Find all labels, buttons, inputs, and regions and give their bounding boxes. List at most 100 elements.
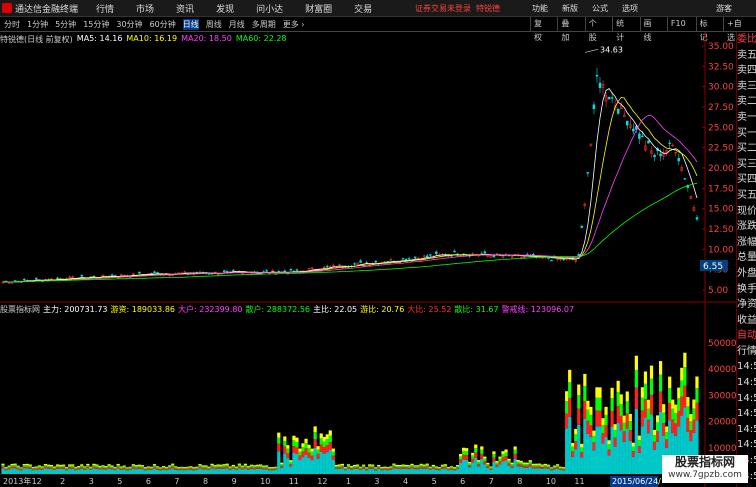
candle-body bbox=[110, 274, 114, 277]
volume-bar bbox=[274, 467, 278, 469]
quote-field-5[interactable]: 卖一 bbox=[737, 110, 756, 126]
quote-field-0[interactable]: 委比 bbox=[737, 32, 756, 48]
quote-field-24[interactable]: 14:50 bbox=[737, 406, 756, 422]
titlebar-link-1[interactable]: 新版 bbox=[562, 3, 578, 14]
volume-bar bbox=[68, 468, 72, 474]
volume-bar bbox=[413, 467, 417, 470]
quote-field-15[interactable]: 外盘 bbox=[737, 266, 756, 282]
volume-bar bbox=[213, 466, 217, 468]
quote-field-20[interactable]: 行情 bbox=[737, 344, 756, 360]
quote-field-13[interactable]: 涨幅 bbox=[737, 235, 756, 251]
period-tab-4[interactable]: 30分钟 bbox=[116, 19, 142, 30]
quote-field-4[interactable]: 卖二 bbox=[737, 94, 756, 110]
volume-bar bbox=[577, 424, 581, 474]
quote-field-14[interactable]: 总量 bbox=[737, 250, 756, 266]
price-tick-9: 12.50 bbox=[708, 225, 734, 235]
tool-button-7[interactable]: +自选 bbox=[723, 17, 749, 42]
period-tab-10[interactable]: 更多 › bbox=[283, 19, 305, 30]
period-tab-8[interactable]: 月线 bbox=[229, 19, 245, 30]
volume-bar bbox=[128, 468, 132, 471]
period-tab-1[interactable]: 1分钟 bbox=[27, 19, 48, 30]
titlebar-link-0[interactable]: 功能 bbox=[532, 3, 548, 14]
quote-field-11[interactable]: 现价 bbox=[737, 204, 756, 220]
quote-field-2[interactable]: 卖四 bbox=[737, 63, 756, 79]
volume-bar bbox=[13, 464, 17, 467]
volume-bar bbox=[434, 466, 438, 468]
indicator-value-8: 散比: 31.67 bbox=[454, 305, 499, 314]
volume-bar bbox=[268, 467, 272, 468]
tool-button-0[interactable]: 复权 bbox=[530, 17, 550, 42]
quote-field-10[interactable]: 买五 bbox=[737, 188, 756, 204]
menu-item-1[interactable]: 市场 bbox=[136, 2, 154, 15]
volume-bar bbox=[92, 463, 96, 466]
menu-item-3[interactable]: 发现 bbox=[216, 2, 234, 15]
quote-field-1[interactable]: 卖五 bbox=[737, 48, 756, 64]
tool-button-3[interactable]: 统计 bbox=[612, 17, 632, 42]
quote-field-26[interactable]: 14:50 bbox=[737, 437, 756, 453]
quote-field-16[interactable]: 换手 bbox=[737, 282, 756, 298]
volume-bar bbox=[149, 468, 154, 471]
volume-bar bbox=[577, 395, 581, 409]
titlebar-link-2[interactable]: 公式 bbox=[592, 3, 608, 14]
period-tab-5[interactable]: 60分钟 bbox=[150, 19, 176, 30]
quote-field-21[interactable]: 14:50 bbox=[737, 359, 756, 375]
period-tab-3[interactable]: 15分钟 bbox=[83, 19, 109, 30]
volume-bar bbox=[262, 467, 266, 470]
quote-field-6[interactable]: 买一 bbox=[737, 126, 756, 142]
menu-item-6[interactable]: 交易 bbox=[354, 2, 372, 15]
volume-bar bbox=[477, 463, 481, 467]
period-tab-9[interactable]: 多周期 bbox=[252, 19, 276, 30]
tool-button-1[interactable]: 叠加 bbox=[557, 17, 577, 42]
tool-button-6[interactable]: 标记 bbox=[695, 17, 716, 42]
volume-bar bbox=[277, 432, 281, 438]
tool-button-4[interactable]: 画线 bbox=[639, 17, 660, 42]
quote-field-17[interactable]: 净资 bbox=[737, 297, 756, 313]
menu-item-0[interactable]: 行情 bbox=[96, 2, 114, 15]
tool-button-2[interactable]: 个股 bbox=[584, 17, 605, 42]
volume-bar bbox=[340, 468, 345, 474]
chart-canvas[interactable]: 35.0032.5030.0027.5025.0022.5020.0017.50… bbox=[0, 32, 736, 487]
volume-bar bbox=[392, 463, 396, 465]
volume-bar bbox=[286, 452, 290, 459]
menu-item-2[interactable]: 资讯 bbox=[176, 2, 194, 15]
period-tab-7[interactable]: 周线 bbox=[206, 19, 222, 30]
period-tab-2[interactable]: 5分钟 bbox=[55, 19, 76, 30]
quote-field-23[interactable]: 14:50 bbox=[737, 391, 756, 407]
volume-bar bbox=[340, 463, 345, 466]
quote-field-12[interactable]: 涨跌 bbox=[737, 219, 756, 235]
quote-field-22[interactable]: 14:50 bbox=[737, 375, 756, 391]
quote-field-18[interactable]: 收益 bbox=[737, 313, 756, 329]
login-status[interactable]: 证券交易未登录 bbox=[415, 3, 471, 14]
volume-bar bbox=[213, 469, 217, 474]
volume-bar bbox=[255, 467, 260, 469]
volume-bar bbox=[465, 455, 469, 460]
volume-bar bbox=[119, 468, 123, 470]
quote-field-9[interactable]: 买四 bbox=[737, 172, 756, 188]
volume-bar bbox=[231, 464, 235, 466]
quote-field-19[interactable]: 自动 bbox=[737, 328, 756, 344]
volume-bar bbox=[13, 463, 17, 465]
menu-item-4[interactable]: 问小达 bbox=[256, 2, 283, 15]
quote-field-3[interactable]: 卖三 bbox=[737, 79, 756, 95]
quote-field-8[interactable]: 买三 bbox=[737, 157, 756, 173]
volume-bar bbox=[549, 469, 554, 471]
volume-bar bbox=[522, 465, 526, 468]
quote-field-25[interactable]: 14:50 bbox=[737, 422, 756, 438]
volume-bar bbox=[407, 469, 411, 474]
volume-bar bbox=[113, 467, 117, 469]
candle-body bbox=[426, 255, 429, 258]
volume-bar bbox=[186, 469, 190, 474]
tool-button-5[interactable]: F10 bbox=[666, 17, 689, 32]
volume-bar bbox=[258, 467, 263, 469]
period-tab-0[interactable]: 分时 bbox=[4, 19, 20, 30]
guest-user[interactable]: 游客 bbox=[716, 3, 732, 14]
volume-bar bbox=[186, 468, 190, 470]
volume-bar bbox=[222, 465, 226, 467]
period-tab-6[interactable]: 日线 bbox=[182, 18, 199, 30]
volume-bar bbox=[507, 462, 511, 466]
volume-bar bbox=[634, 408, 638, 474]
titlebar-link-3[interactable]: 选项 bbox=[622, 3, 638, 14]
volume-bar bbox=[65, 467, 69, 469]
quote-field-7[interactable]: 买二 bbox=[737, 141, 756, 157]
menu-item-5[interactable]: 财富圈 bbox=[305, 2, 332, 15]
